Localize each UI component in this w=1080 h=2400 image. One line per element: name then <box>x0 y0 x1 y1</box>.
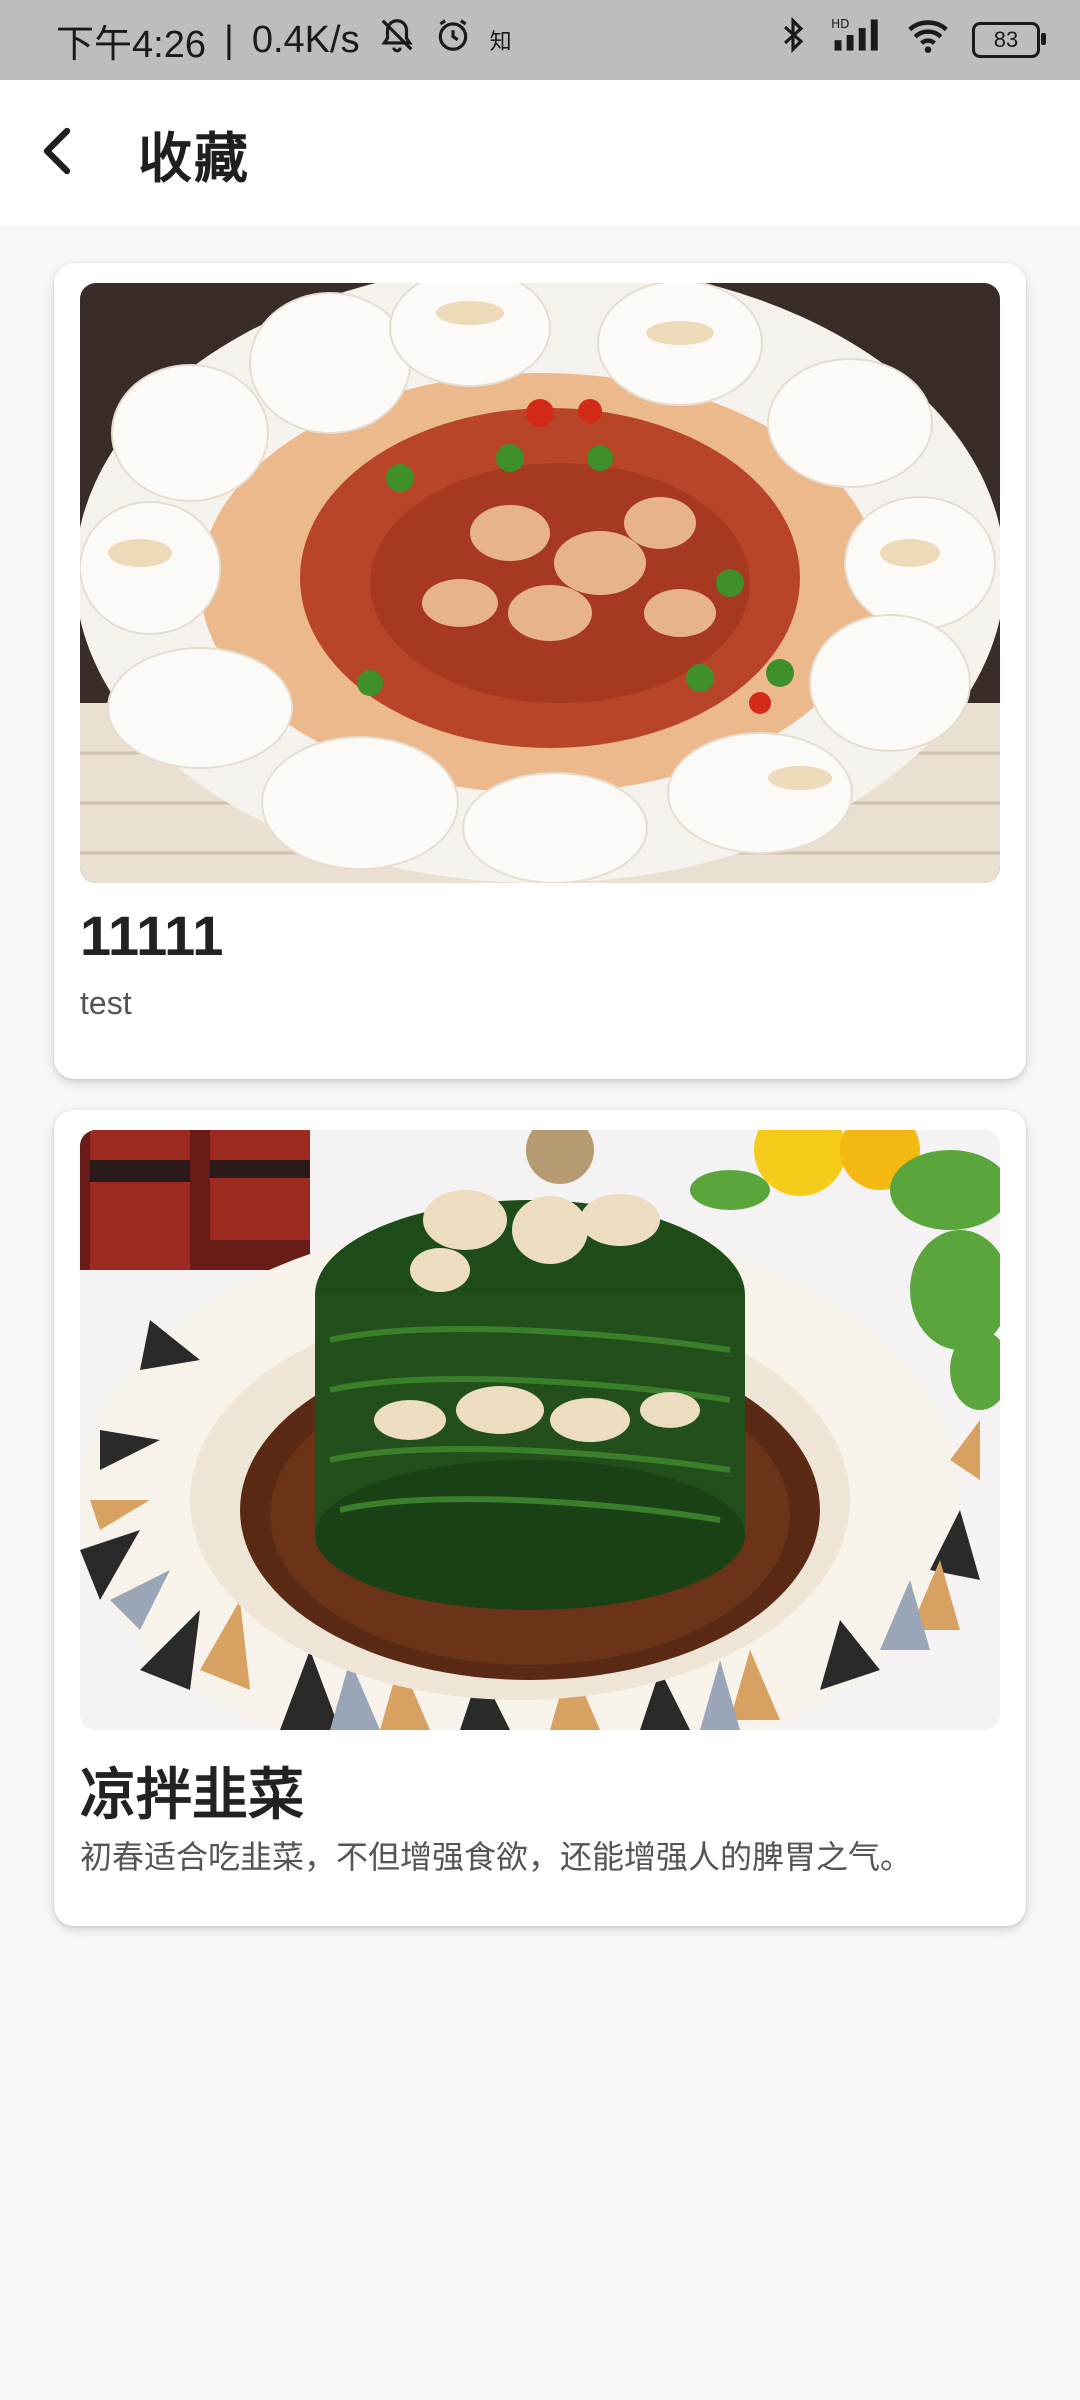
recipe-image <box>80 1130 1000 1730</box>
app-bar: 收藏 <box>0 80 1080 226</box>
recipe-description: test <box>80 985 132 1021</box>
favorite-card[interactable]: 11111 test <box>54 263 1026 1079</box>
favorite-card[interactable]: 凉拌韭菜 初春适合吃韭菜，不但增强食欲，还能增强人的脾胃之气。 <box>54 1110 1026 1926</box>
status-separator: | <box>223 18 234 61</box>
battery-icon: 83 <box>972 22 1046 58</box>
svg-text:HD: HD <box>831 17 849 31</box>
status-time: 下午4:26 <box>56 23 206 66</box>
page-title: 收藏 <box>138 128 250 189</box>
recipe-title: 凉拌韭菜 <box>80 1763 304 1826</box>
recipe-image <box>80 283 1000 883</box>
status-bar: 下午4:26 | 0.4K/s 知 HD 83 <box>0 0 1080 80</box>
status-bar-left: 下午4:26 | 0.4K/s 知 <box>56 13 512 68</box>
alarm-icon <box>434 16 472 64</box>
bluetooth-icon <box>778 16 808 64</box>
wifi-icon <box>906 16 950 64</box>
signal-hd-icon: HD <box>830 16 884 64</box>
status-bar-right: HD 83 <box>778 16 1046 64</box>
recipe-title: 11111 <box>80 904 224 967</box>
chevron-left-icon <box>37 125 77 182</box>
battery-level: 83 <box>993 27 1019 52</box>
bell-off-icon <box>378 16 416 64</box>
recipe-description: 初春适合吃韭菜，不但增强食欲，还能增强人的脾胃之气。 <box>80 1839 913 1875</box>
zhihu-app-icon: 知 <box>489 29 512 54</box>
back-button[interactable] <box>2 98 112 208</box>
status-net-speed: 0.4K/s <box>251 18 360 61</box>
